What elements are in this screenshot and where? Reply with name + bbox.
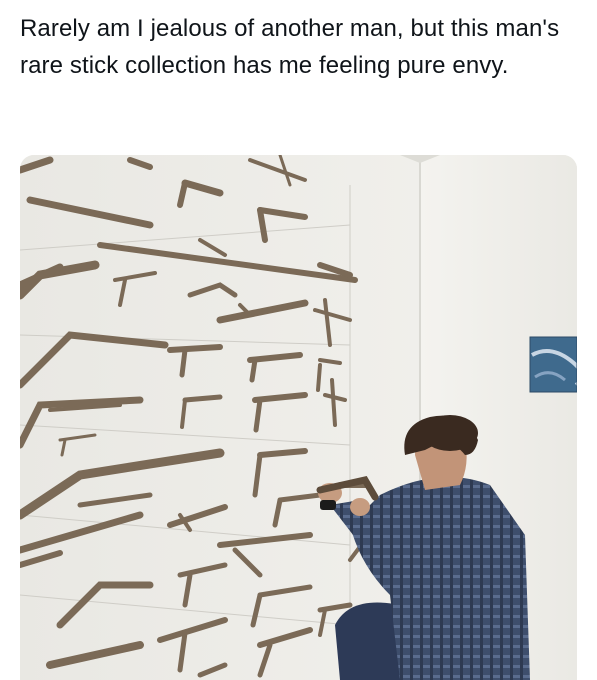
tweet-post: Rarely am I jealous of another man, but … bbox=[0, 0, 597, 680]
wall-painting bbox=[529, 336, 577, 393]
post-text: Rarely am I jealous of another man, but … bbox=[20, 15, 560, 79]
photo-illustration bbox=[20, 155, 577, 680]
post-media-photo[interactable] bbox=[20, 155, 577, 680]
